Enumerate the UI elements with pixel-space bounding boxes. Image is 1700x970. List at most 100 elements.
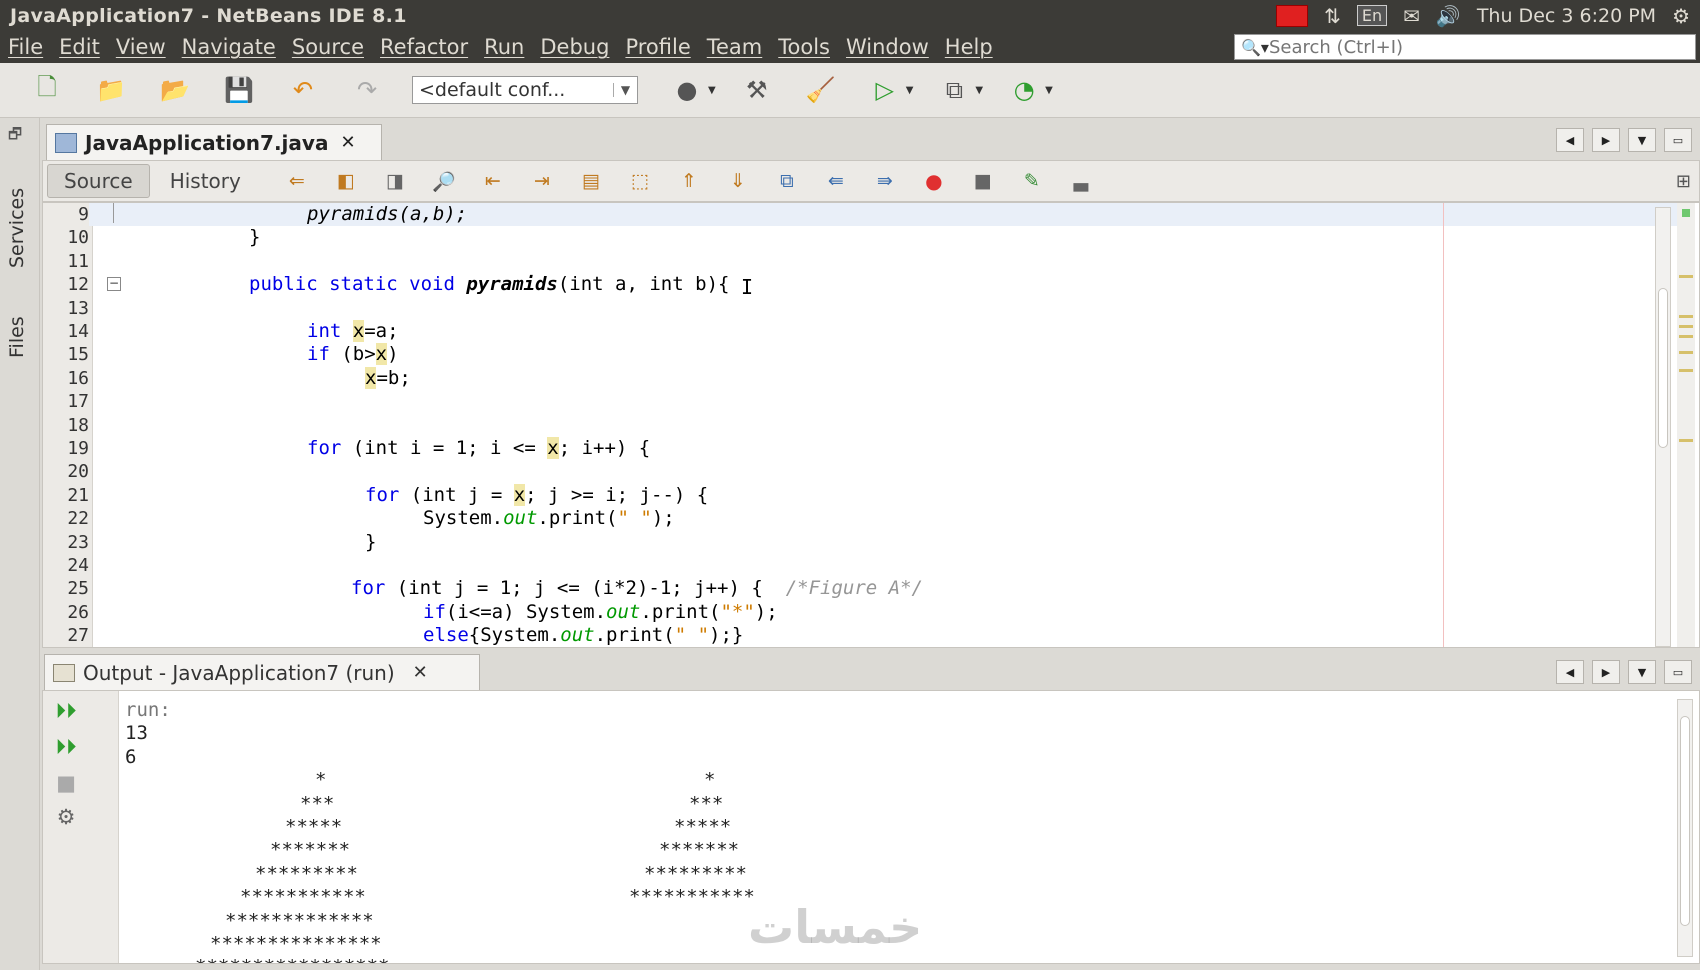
scroll-right-icon[interactable]: ▶ <box>1592 660 1620 684</box>
undo-icon[interactable]: ↶ <box>284 72 322 108</box>
back-icon[interactable]: ◧ <box>332 169 360 193</box>
error-stripe[interactable] <box>1677 203 1695 647</box>
run-project-icon[interactable]: ▷ <box>866 72 904 108</box>
clock[interactable]: Thu Dec 3 6:20 PM <box>1477 5 1656 27</box>
previous-bookmark-icon[interactable]: ⇑ <box>675 169 703 193</box>
new-file-icon[interactable]: 🗋 <box>28 72 66 108</box>
pyramid-right-row: *********** <box>629 886 755 909</box>
next-bookmark-icon[interactable]: ⇓ <box>724 169 752 193</box>
uncomment-icon[interactable]: ▃ <box>1067 169 1095 193</box>
close-icon[interactable]: ✕ <box>340 132 355 153</box>
menu-profile[interactable]: Profile <box>617 35 698 59</box>
menu-debug[interactable]: Debug <box>532 35 617 59</box>
mail-icon[interactable]: ✉ <box>1403 4 1420 28</box>
chevron-down-icon[interactable]: ▼ <box>975 85 983 96</box>
menu-tools[interactable]: Tools <box>770 35 838 59</box>
start-macro-icon[interactable]: ● <box>920 169 948 193</box>
search-input[interactable] <box>1269 36 1669 58</box>
profile-project-icon[interactable]: ◔ <box>1005 72 1043 108</box>
shift-right-icon[interactable]: ⇛ <box>871 169 899 193</box>
pyramid-left-row: ***************** <box>195 956 389 963</box>
build-hammer-icon[interactable]: ⚒ <box>738 72 776 108</box>
chevron-down-icon[interactable]: ▼ <box>1045 85 1053 96</box>
menu-team[interactable]: Team <box>699 35 771 59</box>
occurrence-mark[interactable] <box>1679 439 1693 442</box>
split-editor-icon[interactable]: ⊞ <box>1676 171 1691 192</box>
last-edit-icon[interactable]: ⇐ <box>283 169 311 193</box>
network-icon[interactable]: ⇅ <box>1324 4 1341 28</box>
menu-run[interactable]: Run <box>476 35 532 59</box>
occurrence-mark[interactable] <box>1679 275 1693 278</box>
find-icon[interactable]: 🔎 <box>430 169 458 193</box>
keyboard-layout-indicator[interactable]: En <box>1356 5 1388 26</box>
menu-navigate[interactable]: Navigate <box>174 35 284 59</box>
output-tab[interactable]: Output - JavaApplication7 (run) ✕ <box>44 654 480 690</box>
tab-source[interactable]: Source <box>47 164 150 198</box>
fold-toggle-icon[interactable]: − <box>107 277 121 291</box>
output-scrollbar[interactable] <box>1677 699 1693 957</box>
menu-help[interactable]: Help <box>937 35 1001 59</box>
occurrence-mark[interactable] <box>1679 351 1693 354</box>
new-project-icon[interactable]: 📁 <box>92 72 130 108</box>
document-list-icon[interactable]: ▼ <box>1628 128 1656 152</box>
occurrence-mark[interactable] <box>1679 315 1693 318</box>
volume-icon[interactable]: 🔊 <box>1436 4 1461 28</box>
menu-view[interactable]: View <box>108 35 174 59</box>
document-list-icon[interactable]: ▼ <box>1628 660 1656 684</box>
code-editor[interactable]: 9 10 11 12 13 14 15 16 17 18 19 20 21 22… <box>42 202 1700 648</box>
code-line-9: pyramids(a,b); <box>307 203 467 226</box>
occurrence-mark[interactable] <box>1679 335 1693 338</box>
redo-icon[interactable]: ↷ <box>348 72 386 108</box>
stop-macro-icon[interactable]: ■ <box>969 169 997 193</box>
menu-edit[interactable]: Edit <box>51 35 108 59</box>
scroll-left-icon[interactable]: ◀ <box>1556 128 1584 152</box>
menu-file[interactable]: File <box>0 35 51 59</box>
forward-icon[interactable]: ◨ <box>381 169 409 193</box>
comment-icon[interactable]: ✎ <box>1018 169 1046 193</box>
open-project-icon[interactable]: 📂 <box>156 72 194 108</box>
scrollbar-thumb[interactable] <box>1680 716 1690 926</box>
target-icon[interactable]: ● <box>668 72 706 108</box>
maximize-icon[interactable]: ▭ <box>1664 660 1692 684</box>
menu-refactor[interactable]: Refactor <box>372 35 476 59</box>
configuration-select[interactable]: <default conf... ▼ <box>412 76 638 104</box>
occurrence-mark[interactable] <box>1679 325 1693 328</box>
toggle-highlight-icon[interactable]: ▤ <box>577 169 605 193</box>
clean-build-icon[interactable]: 🧹 <box>802 72 840 108</box>
scroll-left-icon[interactable]: ◀ <box>1556 660 1584 684</box>
menu-source[interactable]: Source <box>284 35 372 59</box>
services-tab[interactable]: Services <box>6 158 28 268</box>
stop-icon[interactable]: ■ <box>51 769 81 797</box>
record-indicator-icon[interactable] <box>1276 4 1309 27</box>
settings-icon[interactable]: ⚙ <box>51 803 81 831</box>
chevron-down-icon[interactable]: ▼ <box>906 85 914 96</box>
file-tab-javaapplication7[interactable]: JavaApplication7.java ✕ <box>46 124 382 160</box>
scroll-right-icon[interactable]: ▶ <box>1592 128 1620 152</box>
scrollbar-thumb[interactable] <box>1658 288 1668 448</box>
restore-window-icon[interactable]: 🗗 <box>8 124 22 149</box>
code-line-10: } <box>249 226 260 249</box>
rerun-with-args-icon[interactable]: ⏵⏵ <box>51 733 81 761</box>
find-next-icon[interactable]: ⇥ <box>528 169 556 193</box>
close-icon[interactable]: ✕ <box>413 662 428 683</box>
occurrence-mark[interactable] <box>1679 369 1693 372</box>
files-tab[interactable]: Files <box>6 278 28 358</box>
debug-project-icon[interactable]: ⧉ <box>935 72 973 108</box>
menu-window[interactable]: Window <box>838 35 937 59</box>
maximize-icon[interactable]: ▭ <box>1664 128 1692 152</box>
code-token: (int j = <box>410 483 514 506</box>
chevron-down-icon[interactable]: ▼ <box>708 85 716 96</box>
tab-history[interactable]: History <box>154 164 257 198</box>
toggle-bookmark-icon[interactable]: ⧉ <box>773 169 801 193</box>
gear-icon[interactable]: ⚙ <box>1672 4 1690 28</box>
line-number: 17 <box>67 391 89 413</box>
find-previous-icon[interactable]: ⇤ <box>479 169 507 193</box>
shift-left-icon[interactable]: ⇚ <box>822 169 850 193</box>
code-area[interactable]: pyramids(a,b); } public static void pyra… <box>143 203 1699 647</box>
toggle-rect-selection-icon[interactable]: ⬚ <box>626 169 654 193</box>
rerun-icon[interactable]: ⏵⏵ <box>51 697 81 725</box>
code-token: out <box>503 507 538 530</box>
save-all-icon[interactable]: 💾 <box>220 72 258 108</box>
editor-scrollbar[interactable] <box>1655 207 1671 647</box>
search-box[interactable]: 🔍▾ <box>1234 34 1696 60</box>
